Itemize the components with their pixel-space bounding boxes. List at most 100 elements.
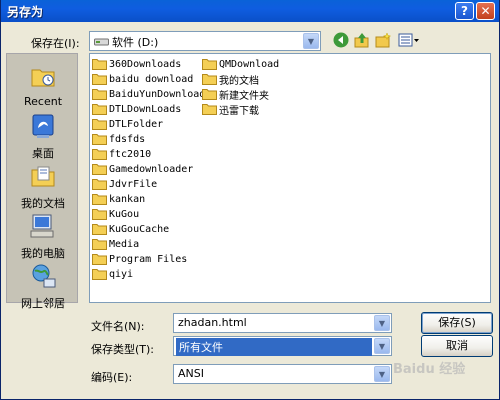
folder-name: JdvrFile (109, 178, 158, 190)
encoding-value: ANSI (178, 367, 204, 380)
folder-icon (92, 224, 107, 235)
folder-icon (92, 239, 107, 250)
places-bar: Recent 桌面 我的文档 我的电脑 网上邻居 (6, 53, 79, 310)
folder-icon (92, 149, 107, 160)
network-icon (32, 264, 56, 288)
folder-item[interactable]: JdvrFile (92, 177, 157, 191)
my-computer-icon (30, 214, 54, 238)
filename-value: zhadan.html (178, 316, 247, 329)
folder-name: baidu download (109, 73, 194, 85)
folder-name: DTLFolder (109, 118, 164, 130)
place-label: 桌面 (32, 147, 54, 160)
view-menu-button[interactable] (397, 31, 421, 49)
folder-name: 360Downloads (109, 58, 182, 70)
save-in-value: 软件 (D:) (112, 36, 159, 49)
up-folder-button[interactable] (353, 31, 371, 49)
place-my-computer[interactable]: 我的电脑 (7, 212, 79, 261)
encoding-label: 编码(E): (91, 371, 133, 384)
save-as-dialog: 另存为 ? ✕ 保存在(I): 软件 (D:) ▼ Recent 桌面 我的文档… (0, 0, 500, 400)
folder-item[interactable]: KuGou (92, 207, 139, 221)
folder-icon (92, 119, 107, 130)
folder-item[interactable]: BaiduYunDownload (92, 87, 205, 101)
folder-item[interactable]: DTLFolder (92, 117, 163, 131)
back-button[interactable] (332, 31, 350, 49)
folder-icon (92, 59, 107, 70)
folder-name: qiyi (109, 268, 134, 280)
window-title: 另存为 (7, 5, 44, 19)
cancel-button[interactable]: 取消 (421, 335, 493, 357)
folder-item[interactable]: ftc2010 (92, 147, 151, 161)
folder-name: 我的文档 (219, 75, 259, 87)
file-list[interactable]: 360Downloads baidu download BaiduYunDown… (89, 53, 491, 303)
folder-item[interactable]: qiyi (92, 267, 133, 281)
place-label: Recent (23, 95, 63, 108)
save-in-combobox[interactable]: 软件 (D:) ▼ (89, 31, 321, 51)
folder-name: Program Files (109, 253, 188, 265)
folder-icon (92, 209, 107, 220)
drive-icon (94, 38, 109, 46)
place-network[interactable]: 网上邻居 (7, 262, 79, 311)
chevron-down-icon[interactable]: ▼ (303, 33, 319, 49)
recent-folder-icon (31, 69, 55, 87)
chevron-down-icon[interactable]: ▼ (374, 366, 390, 382)
folder-name: fdsfds (109, 133, 146, 145)
folder-name: KuGouCache (109, 223, 170, 235)
folder-name: DTLDownLoads (109, 103, 182, 115)
watermark: Baidu 经验 (393, 362, 466, 377)
chevron-down-icon[interactable]: ▼ (374, 338, 390, 354)
folder-name: QMDownload (219, 58, 280, 70)
place-recent[interactable]: Recent (7, 62, 79, 108)
folder-item[interactable]: DTLDownLoads (92, 102, 181, 116)
folder-icon (92, 269, 107, 280)
filetype-select[interactable]: 所有文件 ▼ (173, 336, 392, 356)
encoding-select[interactable]: ANSI ▼ (173, 364, 392, 384)
filename-label: 文件名(N): (91, 320, 145, 333)
folder-item[interactable]: 迅雷下载 (202, 102, 259, 117)
folder-name: 迅雷下载 (219, 105, 259, 117)
folder-item[interactable]: Gamedownloader (92, 162, 193, 176)
folder-icon (92, 254, 107, 265)
title-bar[interactable]: 另存为 ? ✕ (1, 0, 499, 22)
folder-item[interactable]: 我的文档 (202, 72, 259, 87)
folder-item[interactable]: QMDownload (202, 57, 279, 71)
folder-icon (92, 194, 107, 205)
folder-icon (202, 104, 217, 115)
folder-name: 新建文件夹 (219, 90, 269, 102)
place-label: 网上邻居 (21, 297, 65, 310)
filetype-value: 所有文件 (176, 338, 372, 356)
folder-item[interactable]: baidu download (92, 72, 193, 86)
help-button[interactable]: ? (455, 2, 474, 20)
folder-icon (202, 74, 217, 85)
folder-icon (92, 179, 107, 190)
my-documents-icon (31, 166, 55, 187)
folder-icon (92, 164, 107, 175)
save-button[interactable]: 保存(S) (421, 312, 493, 334)
filetype-label: 保存类型(T): (91, 343, 155, 356)
folder-name: Gamedownloader (109, 163, 194, 175)
save-in-label: 保存在(I): (31, 37, 80, 50)
folder-item[interactable]: kankan (92, 192, 145, 206)
folder-name: BaiduYunDownload (109, 88, 206, 100)
folder-icon (202, 59, 217, 70)
folder-icon (202, 89, 217, 100)
folder-item[interactable]: fdsfds (92, 132, 145, 146)
folder-item[interactable]: 360Downloads (92, 57, 181, 71)
place-my-documents[interactable]: 我的文档 (7, 162, 79, 211)
folder-icon (92, 104, 107, 115)
close-button[interactable]: ✕ (476, 2, 495, 20)
chevron-down-icon[interactable]: ▼ (374, 315, 390, 331)
filename-input[interactable]: zhadan.html ▼ (173, 313, 392, 333)
folder-icon (92, 134, 107, 145)
folder-item[interactable]: Media (92, 237, 139, 251)
folder-name: KuGou (109, 208, 140, 220)
desktop-icon (32, 114, 54, 138)
folder-name: kankan (109, 193, 146, 205)
new-folder-icon (375, 32, 391, 48)
folder-item[interactable]: KuGouCache (92, 222, 169, 236)
folder-name: ftc2010 (109, 148, 152, 160)
folder-icon (92, 74, 107, 85)
folder-item[interactable]: Program Files (92, 252, 187, 266)
place-desktop[interactable]: 桌面 (7, 112, 79, 161)
new-folder-button[interactable] (374, 31, 392, 49)
folder-item[interactable]: 新建文件夹 (202, 87, 269, 102)
